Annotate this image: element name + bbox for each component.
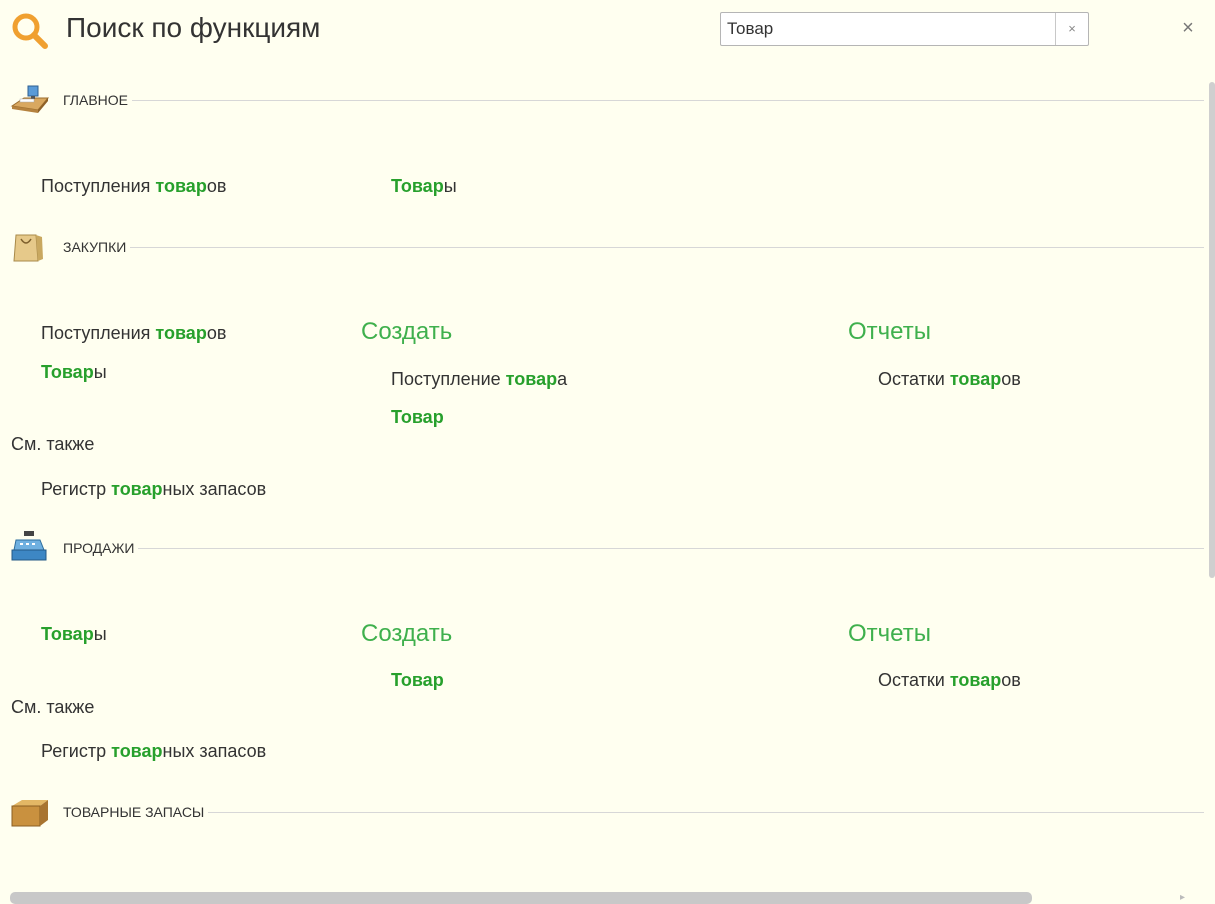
section-header-sales: ПРОДАЖИ bbox=[0, 528, 1204, 568]
section-header-purchases: ЗАКУПКИ bbox=[0, 227, 1204, 267]
section-title: ПРОДАЖИ bbox=[63, 540, 139, 556]
section-title: ТОВАРНЫЕ ЗАПАСЫ bbox=[63, 804, 209, 820]
reports-group-title: Отчеты bbox=[848, 620, 931, 647]
link-create-goods-receipt[interactable]: Поступление товара bbox=[391, 369, 567, 390]
link-goods-receipts[interactable]: Поступления товаров bbox=[41, 176, 226, 197]
clear-search-button[interactable]: × bbox=[1055, 13, 1088, 45]
link-inventory-register[interactable]: Регистр товарных запасов bbox=[41, 741, 266, 762]
cardboard-box-icon bbox=[11, 800, 48, 827]
cash-register-icon bbox=[11, 531, 47, 561]
page-title: Поиск по функциям bbox=[66, 12, 321, 43]
link-create-product[interactable]: Товар bbox=[391, 407, 444, 428]
section-header-main: ГЛАВНОЕ bbox=[0, 80, 1204, 120]
search-icon bbox=[12, 13, 48, 49]
link-goods-receipts[interactable]: Поступления товаров bbox=[41, 323, 226, 344]
header: Поиск по функциям × × bbox=[0, 0, 1215, 62]
link-goods[interactable]: Товары bbox=[41, 624, 107, 645]
create-group-title: Создать bbox=[361, 318, 453, 345]
create-group-title: Создать bbox=[361, 620, 453, 647]
section-title: ЗАКУПКИ bbox=[63, 239, 131, 255]
search-field: × bbox=[720, 12, 1089, 46]
function-search-window: Поиск по функциям × × ГЛАВНОЕ Поступлени… bbox=[0, 0, 1215, 904]
link-create-product[interactable]: Товар bbox=[391, 670, 444, 691]
link-inventory-register[interactable]: Регистр товарных запасов bbox=[41, 479, 266, 500]
link-goods[interactable]: Товары bbox=[391, 176, 457, 197]
scroll-right-arrow-icon[interactable]: ▸ bbox=[1180, 893, 1190, 903]
link-report-stock-balances[interactable]: Остатки товаров bbox=[878, 369, 1021, 390]
shopping-bag-icon bbox=[13, 234, 43, 262]
see-also-label: См. также bbox=[11, 434, 95, 454]
vertical-scrollbar[interactable] bbox=[1209, 82, 1215, 578]
close-button[interactable]: × bbox=[1178, 16, 1198, 40]
reports-group-title: Отчеты bbox=[848, 318, 931, 345]
section-header-inventory: ТОВАРНЫЕ ЗАПАСЫ bbox=[0, 792, 1204, 832]
horizontal-scrollbar[interactable] bbox=[10, 892, 1032, 904]
search-input[interactable] bbox=[721, 13, 1057, 45]
section-title: ГЛАВНОЕ bbox=[63, 92, 132, 108]
see-also-label: См. также bbox=[11, 697, 95, 717]
link-report-stock-balances[interactable]: Остатки товаров bbox=[878, 670, 1021, 691]
desk-icon bbox=[10, 85, 50, 113]
link-goods[interactable]: Товары bbox=[41, 362, 107, 383]
